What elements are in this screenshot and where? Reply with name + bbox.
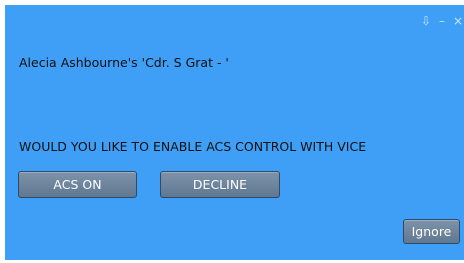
decline-button[interactable]: DECLINE bbox=[160, 171, 280, 198]
close-icon[interactable]: × bbox=[452, 14, 464, 28]
titlebar-controls: ⇩ – × bbox=[420, 13, 464, 29]
ignore-button[interactable]: Ignore bbox=[403, 219, 460, 244]
acs-on-button[interactable]: ACS ON bbox=[18, 171, 137, 198]
minimize-icon[interactable]: – bbox=[436, 14, 448, 28]
dialog-question: WOULD YOU LIKE TO ENABLE ACS CONTROL WIT… bbox=[19, 139, 367, 154]
dock-icon[interactable]: ⇩ bbox=[420, 14, 432, 28]
dialog-message: Alecia Ashbourne's 'Cdr. S Grat - ' bbox=[19, 55, 229, 70]
script-dialog: ⇩ – × Alecia Ashbourne's 'Cdr. S Grat - … bbox=[5, 5, 464, 260]
